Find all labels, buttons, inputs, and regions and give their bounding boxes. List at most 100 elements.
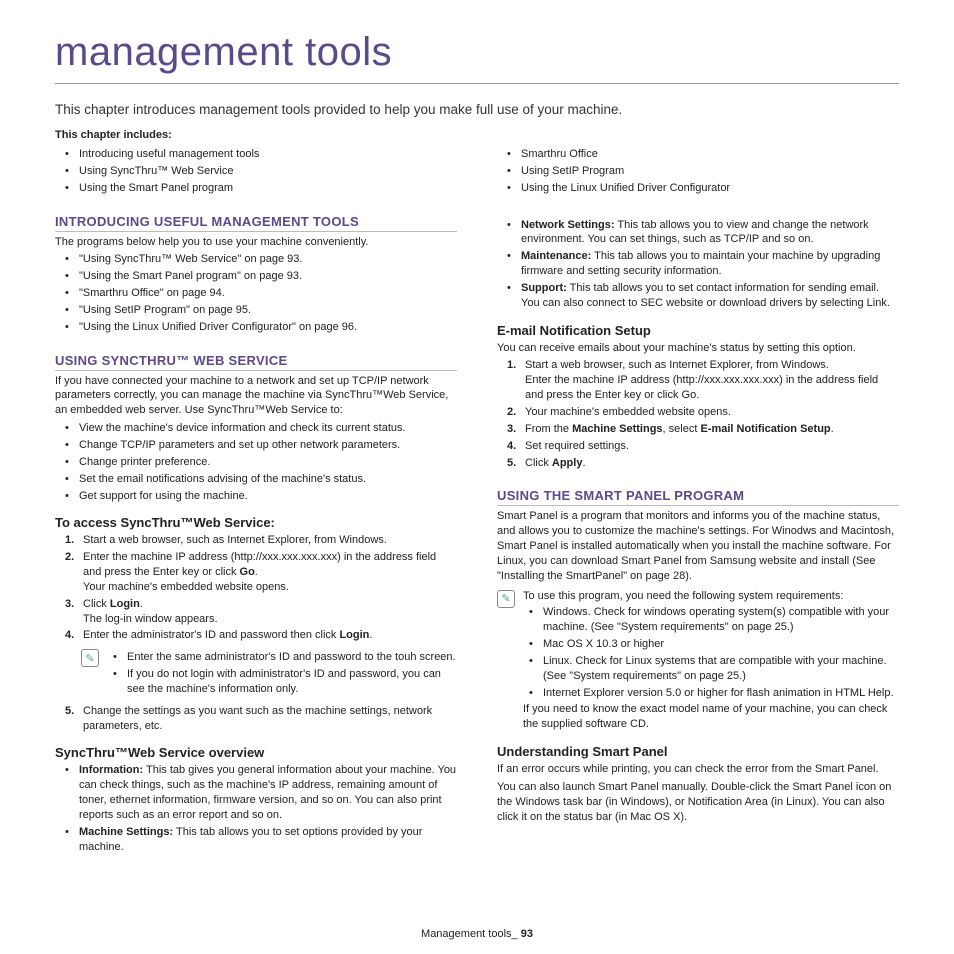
bold-text: Go	[240, 566, 255, 578]
section-heading-intro-tools: INTRODUCING USEFUL MANAGEMENT TOOLS	[55, 214, 457, 232]
left-column: Introducing useful management tools Usin…	[55, 145, 457, 857]
step-text: .	[140, 598, 143, 610]
list-item: Machine Settings: This tab allows you to…	[69, 825, 457, 855]
list-item: Change TCP/IP parameters and set up othe…	[69, 438, 457, 453]
subheading-overview: SyncThru™Web Service overview	[55, 745, 457, 760]
step-text: Click	[83, 598, 110, 610]
list-item: "Smarthru Office" on page 94.	[69, 286, 457, 301]
list-item: Maintenance: This tab allows you to main…	[511, 249, 899, 279]
page-title: management tools	[55, 30, 899, 75]
step-text: .	[582, 457, 585, 469]
paragraph: You can also launch Smart Panel manually…	[497, 780, 899, 825]
bold-text: Information:	[79, 764, 143, 776]
intro-tools-list: "Using SyncThru™ Web Service" on page 93…	[55, 252, 457, 334]
email-lead: You can receive emails about your machin…	[497, 341, 899, 356]
list-item: "Using the Linux Unified Driver Configur…	[69, 320, 457, 335]
step-item: Change the settings as you want such as …	[69, 704, 457, 734]
toc-item: Smarthru Office	[511, 147, 899, 162]
note-item: Enter the same administrator's ID and pa…	[117, 650, 457, 665]
toc-item: Introducing useful management tools	[69, 147, 457, 162]
step-text: Start a web browser, such as Internet Ex…	[525, 359, 829, 371]
subheading-access-syncthru: To access SyncThru™Web Service:	[55, 515, 457, 530]
section-heading-syncthru: USING SYNCTHRU™ WEB SERVICE	[55, 353, 457, 371]
list-item: Information: This tab gives you general …	[69, 763, 457, 822]
step-text: Enter the machine IP address (http://xxx…	[83, 551, 436, 578]
step-text: .	[831, 423, 834, 435]
toc-item: Using the Linux Unified Driver Configura…	[511, 181, 899, 196]
list-item: "Using SetIP Program" on page 95.	[69, 303, 457, 318]
note-body: Enter the same administrator's ID and pa…	[107, 648, 457, 699]
bold-text: Login	[110, 598, 140, 610]
access-steps-cont: Change the settings as you want such as …	[55, 704, 457, 734]
note-block: ✎ Enter the same administrator's ID and …	[81, 648, 457, 699]
content-columns: Introducing useful management tools Usin…	[55, 145, 899, 857]
step-item: Click Login. The log-in window appears.	[69, 597, 457, 627]
step-item: From the Machine Settings, select E-mail…	[511, 422, 899, 437]
note-icon: ✎	[497, 590, 515, 608]
step-item: Your machine's embedded website opens.	[511, 405, 899, 420]
page-number: 93	[521, 928, 533, 940]
list-item: Network Settings: This tab allows you to…	[511, 218, 899, 248]
bold-text: Login	[339, 629, 369, 641]
step-item: Click Apply.	[511, 456, 899, 471]
toc-item: Using the Smart Panel program	[69, 181, 457, 196]
page-footer: Management tools_ 93	[0, 928, 954, 940]
step-text: .	[255, 566, 258, 578]
note-item: Windows. Check for windows operating sys…	[533, 605, 899, 635]
right-column: Smarthru Office Using SetIP Program Usin…	[497, 145, 899, 857]
step-item: Enter the administrator's ID and passwor…	[69, 628, 457, 643]
note-body: To use this program, you need the follow…	[523, 589, 899, 733]
toc-left: Introducing useful management tools Usin…	[55, 147, 457, 196]
note-item: If you do not login with administrator's…	[117, 667, 457, 697]
step-item: Start a web browser, such as Internet Ex…	[69, 533, 457, 548]
step-after: Your machine's embedded website opens.	[83, 580, 457, 595]
step-text: , select	[663, 423, 701, 435]
item-text: This tab allows you to set contact infor…	[521, 282, 890, 309]
step-item: Set required settings.	[511, 439, 899, 454]
list-item: Change printer preference.	[69, 455, 457, 470]
paragraph: If an error occurs while printing, you c…	[497, 762, 899, 777]
includes-label: This chapter includes:	[55, 129, 899, 141]
list-item: Get support for using the machine.	[69, 489, 457, 504]
chapter-intro: This chapter introduces management tools…	[55, 102, 899, 117]
section-lead: If you have connected your machine to a …	[55, 374, 457, 419]
note-item: Internet Explorer version 5.0 or higher …	[533, 686, 899, 701]
note-item: Linux. Check for Linux systems that are …	[533, 654, 899, 684]
note-icon: ✎	[81, 649, 99, 667]
subheading-understanding-smart-panel: Understanding Smart Panel	[497, 744, 899, 759]
bold-text: Apply	[552, 457, 583, 469]
list-item: Set the email notifications advising of …	[69, 472, 457, 487]
section-heading-smart-panel: USING THE SMART PANEL PROGRAM	[497, 488, 899, 506]
step-text: Click	[525, 457, 552, 469]
email-steps: Start a web browser, such as Internet Ex…	[497, 358, 899, 470]
footer-label: Management tools	[421, 928, 512, 940]
syncthru-features: View the machine's device information an…	[55, 421, 457, 503]
overview-list-cont: Network Settings: This tab allows you to…	[497, 218, 899, 311]
access-steps: Start a web browser, such as Internet Ex…	[55, 533, 457, 643]
step-text: Enter the administrator's ID and passwor…	[83, 629, 339, 641]
toc-right: Smarthru Office Using SetIP Program Usin…	[497, 147, 899, 196]
bold-text: Network Settings:	[521, 219, 615, 231]
toc-item: Using SyncThru™ Web Service	[69, 164, 457, 179]
note-tail: If you need to know the exact model name…	[523, 702, 899, 732]
overview-list: Information: This tab gives you general …	[55, 763, 457, 854]
note-item: Mac OS X 10.3 or higher	[533, 637, 899, 652]
step-item: Start a web browser, such as Internet Ex…	[511, 358, 899, 403]
toc-item: Using SetIP Program	[511, 164, 899, 179]
step-text: .	[369, 629, 372, 641]
step-text: From the	[525, 423, 572, 435]
list-item: "Using the Smart Panel program" on page …	[69, 269, 457, 284]
step-after: Enter the machine IP address (http://xxx…	[525, 373, 899, 403]
note-block: ✎ To use this program, you need the foll…	[497, 589, 899, 733]
bold-text: Machine Settings:	[79, 826, 173, 838]
subheading-email-notification: E-mail Notification Setup	[497, 323, 899, 338]
bold-text: Machine Settings	[572, 423, 662, 435]
title-rule	[55, 83, 899, 84]
list-item: "Using SyncThru™ Web Service" on page 93…	[69, 252, 457, 267]
section-lead: The programs below help you to use your …	[55, 235, 457, 250]
step-after: The log-in window appears.	[83, 612, 457, 627]
step-item: Enter the machine IP address (http://xxx…	[69, 550, 457, 595]
footer-sep: _	[512, 928, 521, 940]
bold-text: Support:	[521, 282, 567, 294]
list-item: Support: This tab allows you to set cont…	[511, 281, 899, 311]
